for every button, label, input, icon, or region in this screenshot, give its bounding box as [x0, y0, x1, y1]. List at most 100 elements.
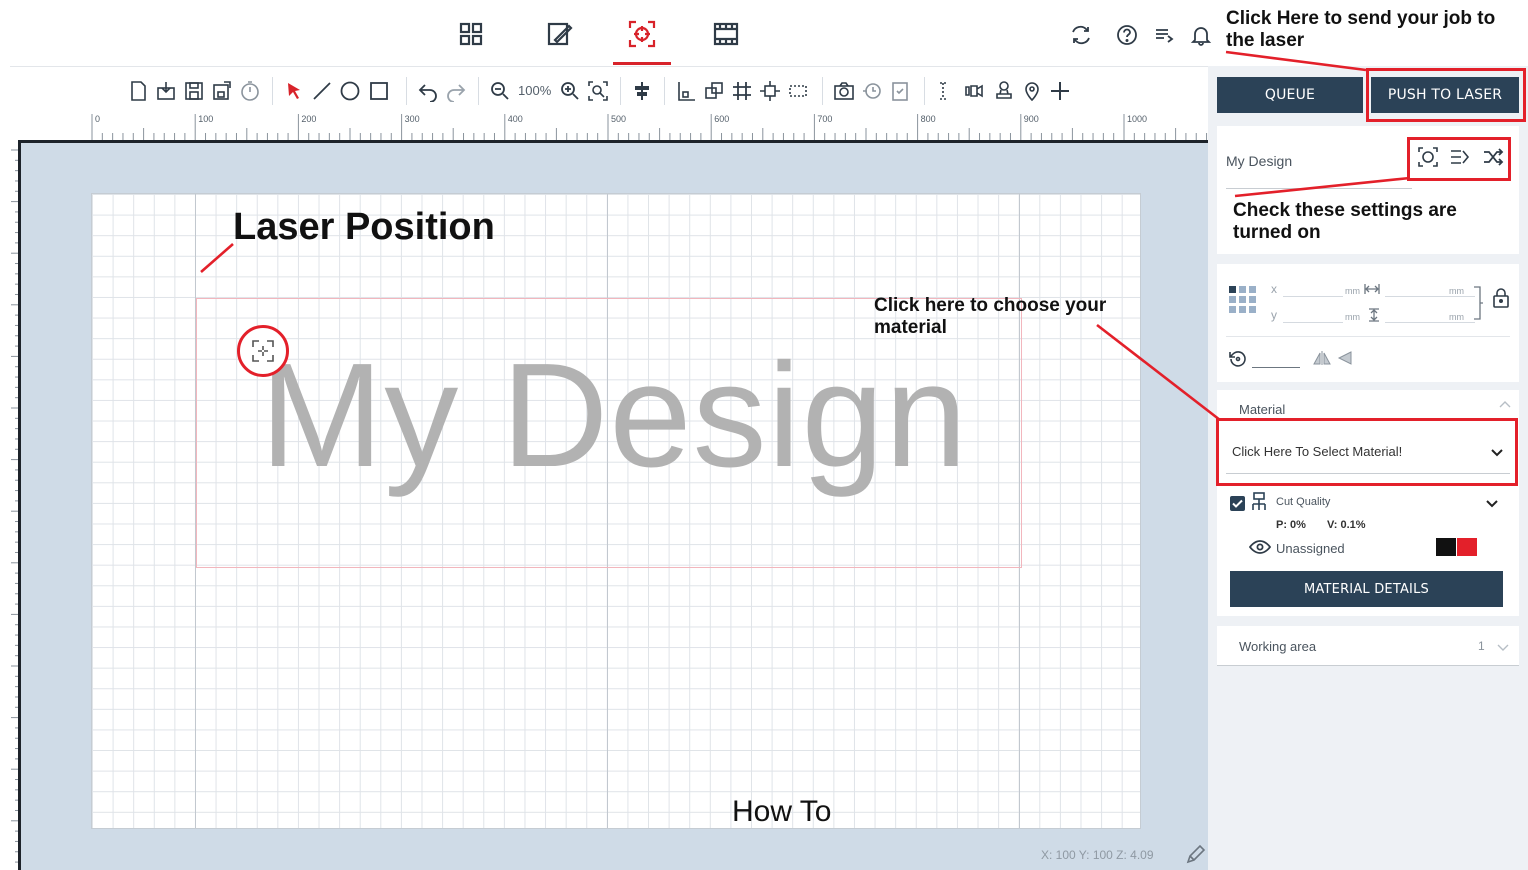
- link-bracket-icon: [1474, 286, 1483, 320]
- laser-position-marker[interactable]: [237, 325, 289, 377]
- bell-icon[interactable]: [1188, 22, 1214, 48]
- editor-toolbar: 100%: [10, 66, 1208, 112]
- ruler-label: 900: [1024, 114, 1039, 124]
- chevron-up-icon[interactable]: [1499, 400, 1511, 408]
- caption-text: How To: [732, 795, 832, 828]
- tab-design[interactable]: [539, 14, 579, 54]
- rectangle-tool-icon[interactable]: [367, 79, 391, 103]
- annotation-push-hint: Click Here to send your job to the laser: [1226, 8, 1496, 51]
- zoom-out-icon[interactable]: [488, 79, 512, 103]
- app-root: 100% 0 100 200 300 400 500 600 700 800 900 1000: [0, 0, 1528, 870]
- video-icon[interactable]: [962, 79, 986, 103]
- unassigned-label: Unassigned: [1276, 541, 1345, 556]
- zoom-in-icon[interactable]: [558, 79, 582, 103]
- tab-dashboard[interactable]: [451, 14, 491, 54]
- pencil-icon[interactable]: [1185, 843, 1207, 865]
- center-snap-icon[interactable]: [758, 79, 782, 103]
- working-area-label: Working area: [1239, 639, 1317, 654]
- cut-quality-checkbox[interactable]: [1230, 496, 1245, 511]
- x-input[interactable]: [1283, 296, 1343, 297]
- tab-preview[interactable]: [706, 14, 746, 54]
- align-icon[interactable]: [630, 79, 654, 103]
- timer-icon[interactable]: [238, 79, 262, 103]
- x-label: x: [1271, 282, 1277, 296]
- tab-laser[interactable]: [613, 14, 671, 65]
- list-icon[interactable]: [1151, 22, 1177, 48]
- ruler-label: 1000: [1127, 114, 1147, 124]
- cursor-coordinates: X: 100 Y: 100 Z: 4.09: [1041, 848, 1154, 862]
- velocity-value: V: 0.1%: [1327, 519, 1366, 531]
- zoom-level: 100%: [518, 83, 552, 98]
- width-icon: [1364, 284, 1380, 294]
- rotation-input[interactable]: [1252, 367, 1300, 368]
- location-pin-icon[interactable]: [1020, 79, 1044, 103]
- ruler-label: 200: [301, 114, 316, 124]
- height-input[interactable]: [1385, 322, 1475, 323]
- add-icon[interactable]: [1048, 79, 1072, 103]
- work-bed[interactable]: My Design: [91, 193, 1141, 829]
- power-value: P: 0%: [1276, 519, 1306, 531]
- zoom-fit-icon[interactable]: [586, 79, 610, 103]
- eye-icon[interactable]: [1249, 540, 1271, 554]
- cut-quality-label: Cut Quality: [1276, 496, 1331, 508]
- color-swatch-red[interactable]: [1457, 538, 1477, 556]
- width-input[interactable]: [1385, 296, 1475, 297]
- design-name: My Design: [1226, 153, 1293, 169]
- sync-icon[interactable]: [1068, 22, 1094, 48]
- push-highlight-box: [1366, 68, 1526, 122]
- edit-icon: [547, 22, 573, 46]
- save-as-icon[interactable]: [210, 79, 234, 103]
- flip-vertical-icon[interactable]: [1337, 350, 1353, 366]
- line-tool-icon[interactable]: [310, 79, 334, 103]
- position-grid-icon[interactable]: [1229, 286, 1259, 316]
- design-text[interactable]: My Design: [260, 342, 968, 490]
- bounding-box-icon[interactable]: [786, 79, 810, 103]
- help-icon[interactable]: [1114, 22, 1140, 48]
- working-area-card[interactable]: Working area 1: [1217, 626, 1519, 666]
- annotation-laser-hint: Laser Position: [233, 206, 495, 248]
- target-icon: [628, 20, 656, 48]
- pointer-tool-icon[interactable]: [934, 79, 958, 103]
- undo-icon[interactable]: [416, 79, 440, 103]
- position-card: x y mm mm mm mm: [1217, 264, 1519, 382]
- horizontal-ruler: 0 100 200 300 400 500 600 700 800 900 1000: [10, 112, 1208, 140]
- ruler-label: 500: [611, 114, 626, 124]
- grid-icon: [459, 22, 483, 46]
- design-canvas[interactable]: My Design X: 100 Y: 100 Z: 4.09: [18, 140, 1208, 870]
- top-navigation: [0, 0, 1212, 66]
- queue-button[interactable]: QUEUE: [1217, 77, 1363, 113]
- checklist-icon[interactable]: [888, 79, 912, 103]
- redo-icon[interactable]: [444, 79, 468, 103]
- y-input[interactable]: [1283, 322, 1343, 323]
- color-swatch-black[interactable]: [1436, 538, 1456, 556]
- ruler-label: 400: [508, 114, 523, 124]
- annotation-settings-hint: Check these settings are turned on: [1233, 200, 1457, 243]
- annotation-material-hint: Click here to choose your material: [874, 295, 1107, 338]
- ruler-label: 700: [817, 114, 832, 124]
- grid-snap-icon[interactable]: [730, 79, 754, 103]
- rotate-icon[interactable]: [1227, 348, 1249, 370]
- cut-quality-chevron-icon[interactable]: [1485, 499, 1499, 509]
- distribute-icon[interactable]: [674, 79, 698, 103]
- ruler-label: 300: [405, 114, 420, 124]
- select-arrow-icon[interactable]: [282, 79, 306, 103]
- material-highlight-box: [1216, 418, 1518, 486]
- ruler-label: 0: [95, 114, 100, 124]
- new-file-icon[interactable]: [126, 79, 150, 103]
- stamp-icon[interactable]: [992, 79, 1016, 103]
- save-icon[interactable]: [182, 79, 206, 103]
- ruler-label: 600: [714, 114, 729, 124]
- ruler-label: 800: [921, 114, 936, 124]
- offset-icon[interactable]: [702, 79, 726, 103]
- material-details-button[interactable]: MATERIAL DETAILS: [1230, 571, 1503, 607]
- working-area-chevron-icon: [1497, 644, 1509, 651]
- import-icon[interactable]: [154, 79, 178, 103]
- history-icon[interactable]: [860, 79, 884, 103]
- lock-icon[interactable]: [1491, 287, 1511, 309]
- camera-icon[interactable]: [832, 79, 856, 103]
- settings-highlight-box: [1407, 137, 1511, 181]
- flip-horizontal-icon[interactable]: [1313, 350, 1331, 366]
- ellipse-tool-icon[interactable]: [338, 79, 362, 103]
- working-area-value: 1: [1478, 639, 1485, 653]
- height-icon: [1369, 308, 1379, 322]
